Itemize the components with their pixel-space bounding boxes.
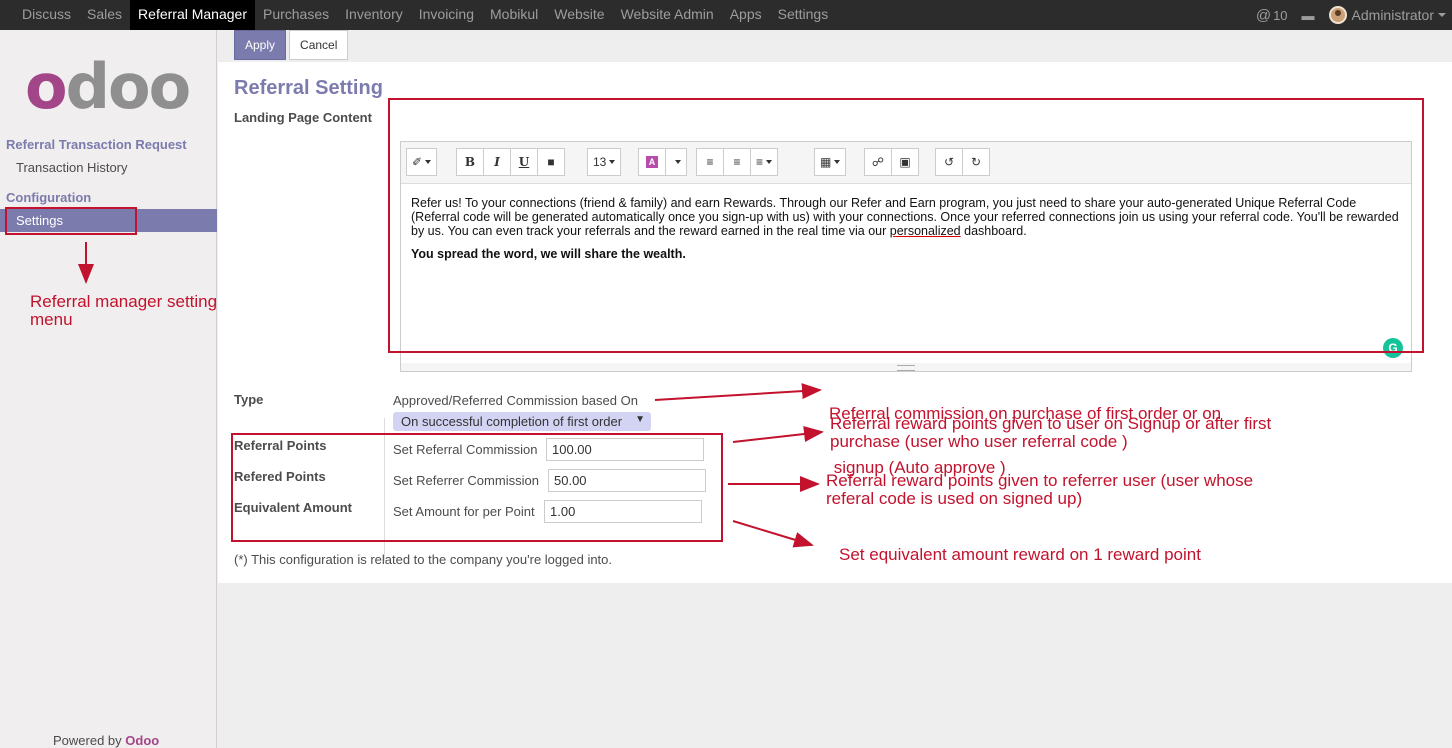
editor-highlight bbox=[388, 98, 1424, 353]
caret-down-icon: ▼ bbox=[635, 414, 645, 425]
chat-icon: ▬ bbox=[1301, 7, 1315, 23]
user-name: Administrator bbox=[1351, 7, 1434, 23]
sidebar-heading-referral-transaction[interactable]: Referral Transaction Request bbox=[6, 137, 187, 152]
annotation-menu-line2: menu bbox=[30, 310, 73, 329]
annotation-menu: Referral manager setting menu bbox=[30, 293, 217, 329]
annotation-referrer-points: Referral reward points given to referrer… bbox=[826, 472, 1253, 508]
commission-type-select[interactable]: On successful completion of first order … bbox=[393, 412, 651, 431]
sidebar-heading-configuration: Configuration bbox=[6, 190, 92, 205]
menu-purchases[interactable]: Purchases bbox=[255, 0, 337, 30]
menu-sales[interactable]: Sales bbox=[79, 0, 130, 30]
settings-highlight bbox=[5, 207, 137, 235]
menu-discuss[interactable]: Discuss bbox=[14, 0, 79, 30]
odoo-logo[interactable]: odoo bbox=[25, 56, 191, 118]
company-note: (*) This configuration is related to the… bbox=[234, 552, 613, 567]
menu-referral-manager[interactable]: Referral Manager bbox=[130, 0, 255, 30]
control-panel-buttons: Apply Cancel bbox=[234, 30, 351, 60]
chat-button[interactable]: ▬ bbox=[1302, 8, 1315, 23]
menu-mobikul[interactable]: Mobikul bbox=[482, 0, 546, 30]
avatar bbox=[1328, 6, 1347, 24]
type-description: Approved/Referred Commission based On bbox=[393, 393, 638, 408]
points-highlight bbox=[231, 433, 723, 542]
apply-button[interactable]: Apply bbox=[234, 30, 287, 60]
annotation-referrer-line2: referal code is used on signed up) bbox=[826, 489, 1083, 508]
menu-inventory[interactable]: Inventory bbox=[337, 0, 411, 30]
user-menu[interactable]: Administrator bbox=[1328, 6, 1446, 24]
mentions-button[interactable]: @ 10 bbox=[1256, 7, 1288, 24]
page-title: Referral Setting bbox=[234, 77, 383, 99]
menu-website[interactable]: Website bbox=[546, 0, 612, 30]
sidebar: odoo Referral Transaction Request Transa… bbox=[0, 30, 217, 748]
top-navbar: Discuss Sales Referral Manager Purchases… bbox=[0, 0, 1452, 30]
annotation-referral-line2: purchase (user who user referral code ) bbox=[830, 432, 1128, 451]
annotation-referral-line1: Referral reward points given to user on … bbox=[830, 414, 1272, 433]
main-menu: Discuss Sales Referral Manager Purchases… bbox=[14, 0, 836, 30]
powered-by-brand[interactable]: Odoo bbox=[125, 733, 159, 748]
menu-website-admin[interactable]: Website Admin bbox=[613, 0, 722, 30]
commission-type-value: On successful completion of first order bbox=[401, 414, 623, 429]
powered-by-text: Powered by bbox=[53, 733, 122, 748]
annotation-referrer-line1: Referral reward points given to referrer… bbox=[826, 471, 1254, 490]
menu-invoicing[interactable]: Invoicing bbox=[411, 0, 482, 30]
powered-by: Powered by Odoo bbox=[53, 733, 159, 748]
menu-settings[interactable]: Settings bbox=[770, 0, 837, 30]
annotation-menu-line1: Referral manager setting bbox=[30, 292, 218, 311]
annotation-amount: Set equivalent amount reward on 1 reward… bbox=[839, 545, 1201, 564]
annotation-referral-points: Referral reward points given to user on … bbox=[830, 415, 1271, 451]
systray: @ 10 ▬ Administrator bbox=[1256, 0, 1452, 30]
cancel-button[interactable]: Cancel bbox=[289, 30, 349, 60]
sidebar-item-transaction-history[interactable]: Transaction History bbox=[16, 160, 128, 175]
menu-apps[interactable]: Apps bbox=[722, 0, 770, 30]
mentions-count: 10 bbox=[1273, 7, 1288, 23]
landing-page-content-label: Landing Page Content bbox=[234, 110, 372, 125]
type-label: Type bbox=[234, 392, 264, 407]
caret-down-icon bbox=[1438, 13, 1446, 17]
at-icon: @ bbox=[1255, 6, 1272, 24]
